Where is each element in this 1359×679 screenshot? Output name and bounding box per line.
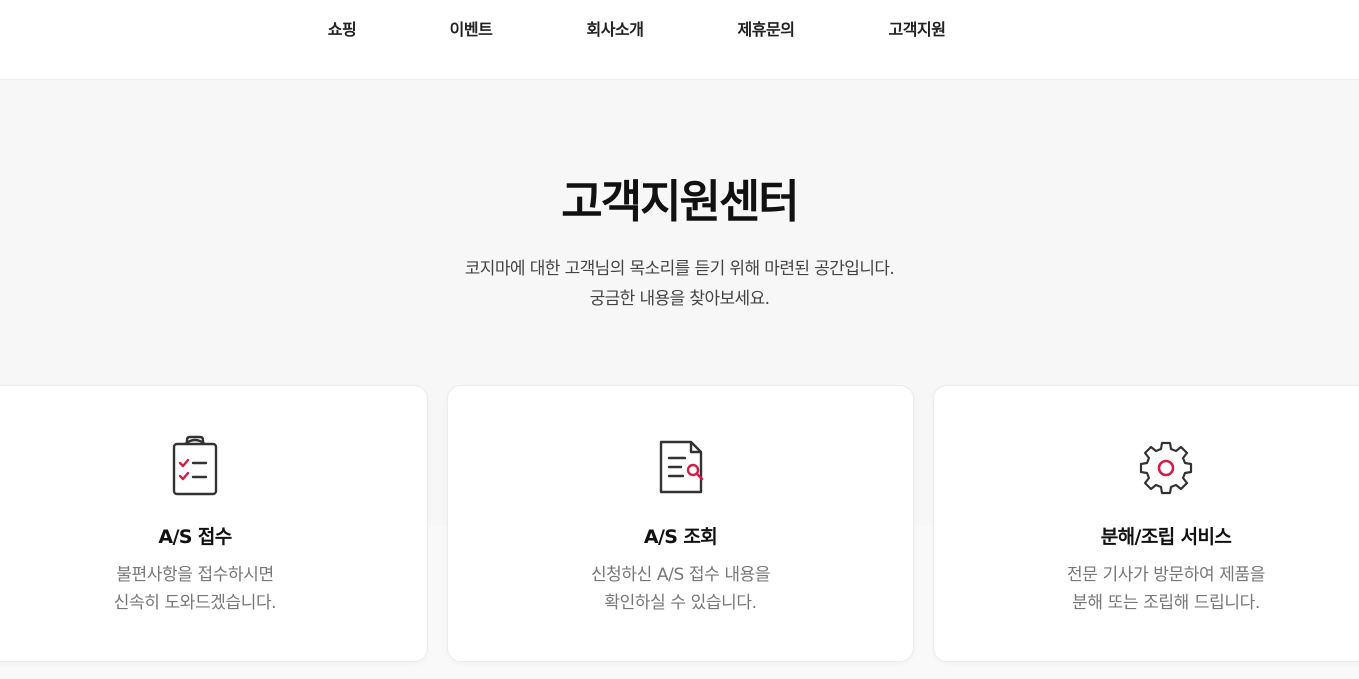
card-description-line-2: 확인하실 수 있습니다.	[604, 593, 757, 613]
page-title: 고객지원센터	[561, 175, 799, 228]
nav-item-event[interactable]: 이벤트	[450, 18, 493, 42]
top-navigation: 쇼핑 이벤트 회사소개 제휴문의 고객지원	[0, 0, 1359, 80]
card-as-request[interactable]: A/S 접수 불편사항을 접수하시면 신속히 도와드겠습니다.	[0, 385, 428, 662]
gear-icon	[1139, 441, 1193, 495]
card-description-line-1: 신청하신 A/S 접수 내용을	[590, 565, 771, 585]
nav-item-partnership[interactable]: 제휴문의	[738, 18, 795, 42]
nav-item-shopping[interactable]: 쇼핑	[328, 18, 357, 42]
card-assembly-service[interactable]: 분해/조립 서비스 전문 기사가 방문하여 제품을 분해 또는 조립해 드립니다…	[933, 385, 1359, 662]
card-title: 분해/조립 서비스	[1100, 526, 1232, 548]
card-description-line-1: 전문 기사가 방문하여 제품을	[1067, 565, 1265, 585]
card-title: A/S 조회	[643, 526, 718, 548]
card-description: 신청하신 A/S 접수 내용을 확인하실 수 있습니다.	[448, 561, 913, 617]
hero-description-line-2: 궁금한 내용을 찾아보세요.	[589, 289, 770, 309]
card-description-line-1: 불편사항을 접수하시면	[116, 565, 274, 585]
card-description-line-2: 분해 또는 조립해 드립니다.	[1072, 593, 1260, 613]
card-as-inquiry[interactable]: A/S 조회 신청하신 A/S 접수 내용을 확인하실 수 있습니다.	[447, 385, 914, 662]
nav-item-support[interactable]: 고객지원	[889, 18, 946, 42]
card-title: A/S 접수	[158, 526, 232, 548]
document-search-icon	[659, 440, 703, 494]
hero-description-line-1: 코지마에 대한 고객님의 목소리를 듣기 위해 마련된 공간입니다.	[464, 259, 895, 279]
nav-item-company[interactable]: 회사소개	[587, 18, 644, 42]
clipboard-check-icon	[172, 435, 218, 496]
card-description: 불편사항을 접수하시면 신속히 도와드겠습니다.	[0, 561, 427, 617]
card-description: 전문 기사가 방문하여 제품을 분해 또는 조립해 드립니다.	[934, 561, 1359, 617]
card-description-line-2: 신속히 도와드겠습니다.	[113, 593, 277, 613]
